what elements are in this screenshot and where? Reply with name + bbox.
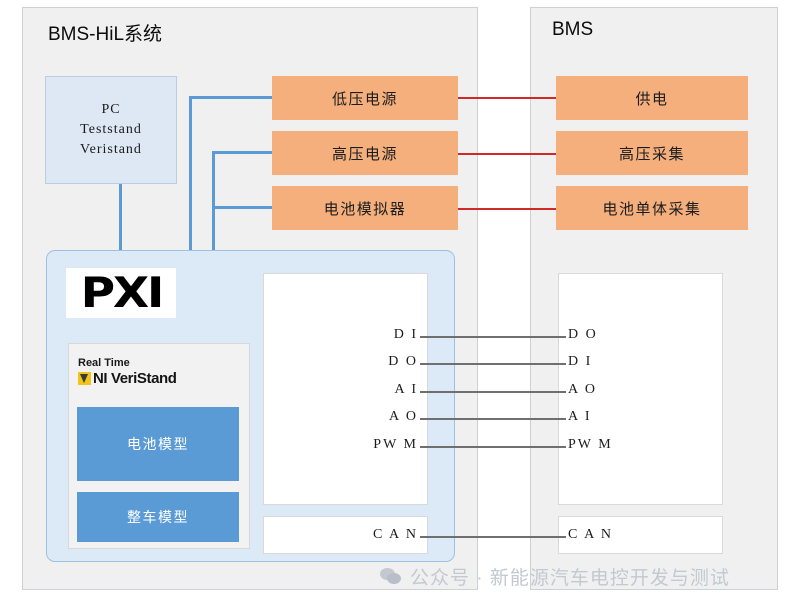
connector-signal-ao (420, 418, 566, 420)
connector-lv-horizontal (189, 96, 273, 99)
bms-title: BMS (552, 19, 594, 40)
pxi-logo: PXI (66, 268, 176, 318)
block-power-supply[interactable]: 供电 (556, 76, 748, 120)
signal-label-left-ao: A O (389, 409, 418, 424)
block-battery-simulator[interactable]: 电池模拟器 (272, 186, 458, 230)
teststand-label: Teststand (80, 122, 142, 138)
signal-label-left-do: D O (388, 354, 418, 369)
veristand-header: Real Time NI VeriStand (78, 357, 238, 387)
connector-signal-pwm (420, 446, 566, 448)
signal-label-left-ai: A I (394, 382, 418, 397)
connector-pc-to-pxi (119, 184, 122, 250)
diagram-canvas: BMS-HiL系统 BMS PC Teststand Veristand 低压电… (0, 0, 806, 607)
connector-signal-di (420, 336, 566, 338)
signal-label-right-di: D I (568, 354, 593, 369)
ni-veristand-row: NI VeriStand (78, 370, 238, 387)
connector-red-high-voltage (458, 153, 556, 155)
ni-logo-icon (78, 372, 91, 385)
signal-label-right-pwm: PW M (568, 437, 613, 452)
block-cell-sampling[interactable]: 电池单体采集 (556, 186, 748, 230)
vehicle-model-block[interactable]: 整车模型 (77, 492, 239, 542)
connector-can (420, 536, 566, 538)
battery-model-block[interactable]: 电池模型 (77, 407, 239, 481)
bms-hil-system-title: BMS-HiL系统 (48, 24, 163, 45)
realtime-label: Real Time (78, 357, 130, 369)
pxi-logo-text: PXI (80, 268, 164, 317)
connector-signal-do (420, 363, 566, 365)
connector-signal-ai (420, 391, 566, 393)
connector-red-low-voltage (458, 97, 556, 99)
connector-hv-horizontal (212, 151, 273, 154)
can-label-right: C A N (568, 527, 614, 542)
can-label-left: C A N (372, 527, 418, 542)
ni-veristand-label: NI VeriStand (93, 370, 177, 387)
connector-red-cell (458, 208, 556, 210)
signal-label-right-ai: A I (568, 409, 592, 424)
pc-label: PC (101, 102, 121, 118)
block-low-voltage-supply[interactable]: 低压电源 (272, 76, 458, 120)
block-high-voltage-supply[interactable]: 高压电源 (272, 131, 458, 175)
watermark: 公众号 · 新能源汽车电控开发与测试 (380, 563, 730, 590)
veristand-label: Veristand (80, 141, 142, 157)
connector-lv-vertical (189, 96, 192, 250)
block-high-voltage-sampling[interactable]: 高压采集 (556, 131, 748, 175)
signal-label-right-ao: A O (568, 382, 597, 397)
connector-sim-horizontal (212, 206, 273, 209)
signal-label-right-do: D O (568, 327, 598, 342)
wechat-icon (380, 567, 402, 586)
signal-label-left-pwm: PW M (373, 437, 418, 452)
pc-teststand-veristand-box[interactable]: PC Teststand Veristand (45, 76, 177, 184)
signal-label-left-di: D I (393, 327, 418, 342)
watermark-text: 公众号 · 新能源汽车电控开发与测试 (410, 568, 730, 589)
